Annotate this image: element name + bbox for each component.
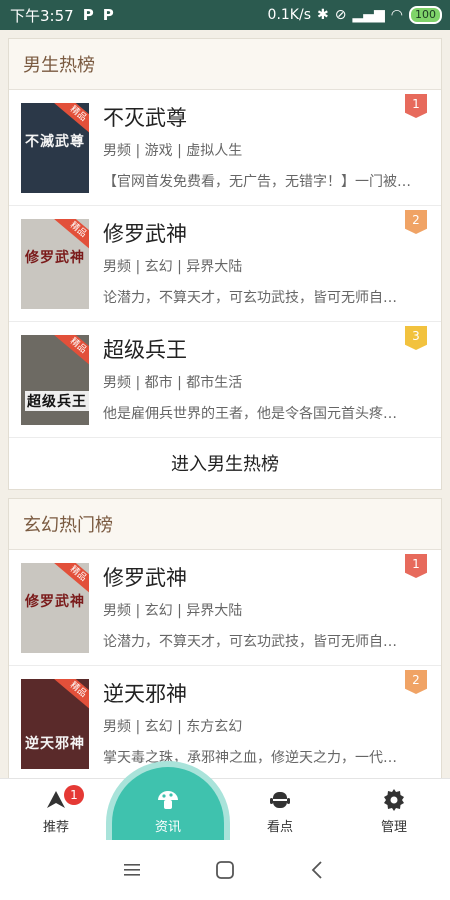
- mute-icon: ⊘: [334, 7, 347, 23]
- book-cover: 精品 修罗武神: [21, 219, 89, 309]
- tab-recommend[interactable]: 推荐 1: [0, 779, 112, 841]
- wifi-icon: ◠: [390, 7, 403, 23]
- book-item[interactable]: 精品 修罗武神 修罗武神 男频 | 玄幻 | 异界大陆 论潜力，不算天才，可玄功…: [9, 550, 441, 666]
- app-p-icon: P: [82, 6, 94, 24]
- book-item[interactable]: 精品 修罗武神 修罗武神 男频 | 玄幻 | 异界大陆 论潜力，不算天才，可玄功…: [9, 206, 441, 322]
- bottom-tab-bar: 推荐 1 资讯 看点 管理: [0, 761, 450, 841]
- signal-icon: ▂▄▆: [352, 7, 385, 23]
- book-desc: 论潜力，不算天才，可玄功武技，皆可无师自…: [103, 290, 397, 306]
- book-cover: 精品 修罗武神: [21, 563, 89, 653]
- status-right: 0.1K/s ✱ ⊘ ▂▄▆ ◠ 100: [268, 0, 442, 30]
- book-tags: 男频 | 都市 | 都市生活: [103, 375, 243, 391]
- rank-badge: 1: [405, 94, 427, 118]
- book-title: 逆天邪神: [103, 682, 187, 706]
- tab-manage[interactable]: 管理: [338, 779, 450, 841]
- rank-badge: 2: [405, 670, 427, 694]
- cover-title: 不滅武尊: [25, 134, 85, 150]
- bluetooth-icon: ✱: [317, 7, 329, 23]
- cover-title: 逆天邪神: [25, 736, 85, 752]
- book-desc: 【官网首发免费看，无广告，无错字！】一门被…: [103, 174, 411, 190]
- book-cover: 精品 不滅武尊: [21, 103, 89, 193]
- premium-ribbon: 精品: [54, 335, 89, 368]
- enter-ranking-button[interactable]: 进入男生热榜: [9, 438, 441, 488]
- book-title: 超级兵王: [103, 338, 187, 362]
- battery-icon: 100: [409, 6, 442, 24]
- network-speed: 0.1K/s: [267, 7, 311, 23]
- cover-title: 超级兵王: [25, 391, 89, 411]
- tab-label: 看点: [266, 820, 293, 835]
- rank-badge: 3: [405, 326, 427, 350]
- book-item[interactable]: 精品 超级兵王 超级兵王 男频 | 都市 | 都市生活 他是雇佣兵世界的王者，他…: [9, 322, 441, 438]
- tab-label: 推荐: [42, 820, 69, 835]
- home-icon[interactable]: [213, 858, 237, 882]
- rank-badge: 2: [405, 210, 427, 234]
- book-desc: 他是雇佣兵世界的王者，他是令各国元首头疼…: [103, 406, 397, 422]
- section-title: 男生热榜: [9, 39, 441, 90]
- book-desc: 论潜力，不算天才，可玄功武技，皆可无师自…: [103, 634, 397, 650]
- premium-ribbon: 精品: [54, 679, 89, 712]
- cover-title: 修罗武神: [25, 250, 85, 266]
- tab-highlights[interactable]: 看点: [224, 779, 336, 841]
- book-cover: 精品 超级兵王: [21, 335, 89, 425]
- book-tags: 男频 | 玄幻 | 东方玄幻: [103, 719, 243, 735]
- cover-title: 修罗武神: [25, 594, 85, 610]
- book-title: 修罗武神: [103, 566, 187, 590]
- tab-news[interactable]: 资讯: [112, 779, 224, 841]
- book-title: 不灭武尊: [103, 106, 187, 130]
- book-tags: 男频 | 游戏 | 虚拟人生: [103, 143, 243, 159]
- ranking-card-male: 男生热榜 精品 不滅武尊 不灭武尊 男频 | 游戏 | 虚拟人生 【官网首发免费…: [8, 38, 442, 490]
- section-title: 玄幻热门榜: [9, 499, 441, 550]
- book-item[interactable]: 精品 不滅武尊 不灭武尊 男频 | 游戏 | 虚拟人生 【官网首发免费看，无广告…: [9, 90, 441, 206]
- tab-label: 资讯: [154, 820, 181, 835]
- book-item[interactable]: 精品 逆天邪神 逆天邪神 男频 | 玄幻 | 东方玄幻 掌天毒之珠，承邪神之血，…: [9, 666, 441, 778]
- ranking-card-xuanhuan: 玄幻热门榜 精品 修罗武神 修罗武神 男频 | 玄幻 | 异界大陆 论潜力，不算…: [8, 498, 442, 778]
- book-tags: 男频 | 玄幻 | 异界大陆: [103, 259, 243, 275]
- robot-icon: [268, 788, 292, 812]
- status-bar: 下午3:57 P P 0.1K/s ✱ ⊘ ▂▄▆ ◠ 100: [0, 0, 450, 30]
- system-nav-bar: [0, 840, 450, 900]
- notification-badge: 1: [64, 785, 84, 805]
- book-tags: 男频 | 玄幻 | 异界大陆: [103, 603, 243, 619]
- back-icon[interactable]: [306, 858, 330, 882]
- mushroom-icon: [156, 788, 180, 812]
- book-title: 修罗武神: [103, 222, 187, 246]
- gear-icon: [382, 788, 406, 812]
- rank-badge: 1: [405, 554, 427, 578]
- menu-icon[interactable]: [120, 858, 144, 882]
- app-p-icon: P: [102, 6, 114, 24]
- book-cover: 精品 逆天邪神: [21, 679, 89, 769]
- tab-label: 管理: [380, 820, 407, 835]
- content-scroll[interactable]: 男生热榜 精品 不滅武尊 不灭武尊 男频 | 游戏 | 虚拟人生 【官网首发免费…: [0, 30, 450, 778]
- status-time: 下午3:57: [10, 6, 74, 25]
